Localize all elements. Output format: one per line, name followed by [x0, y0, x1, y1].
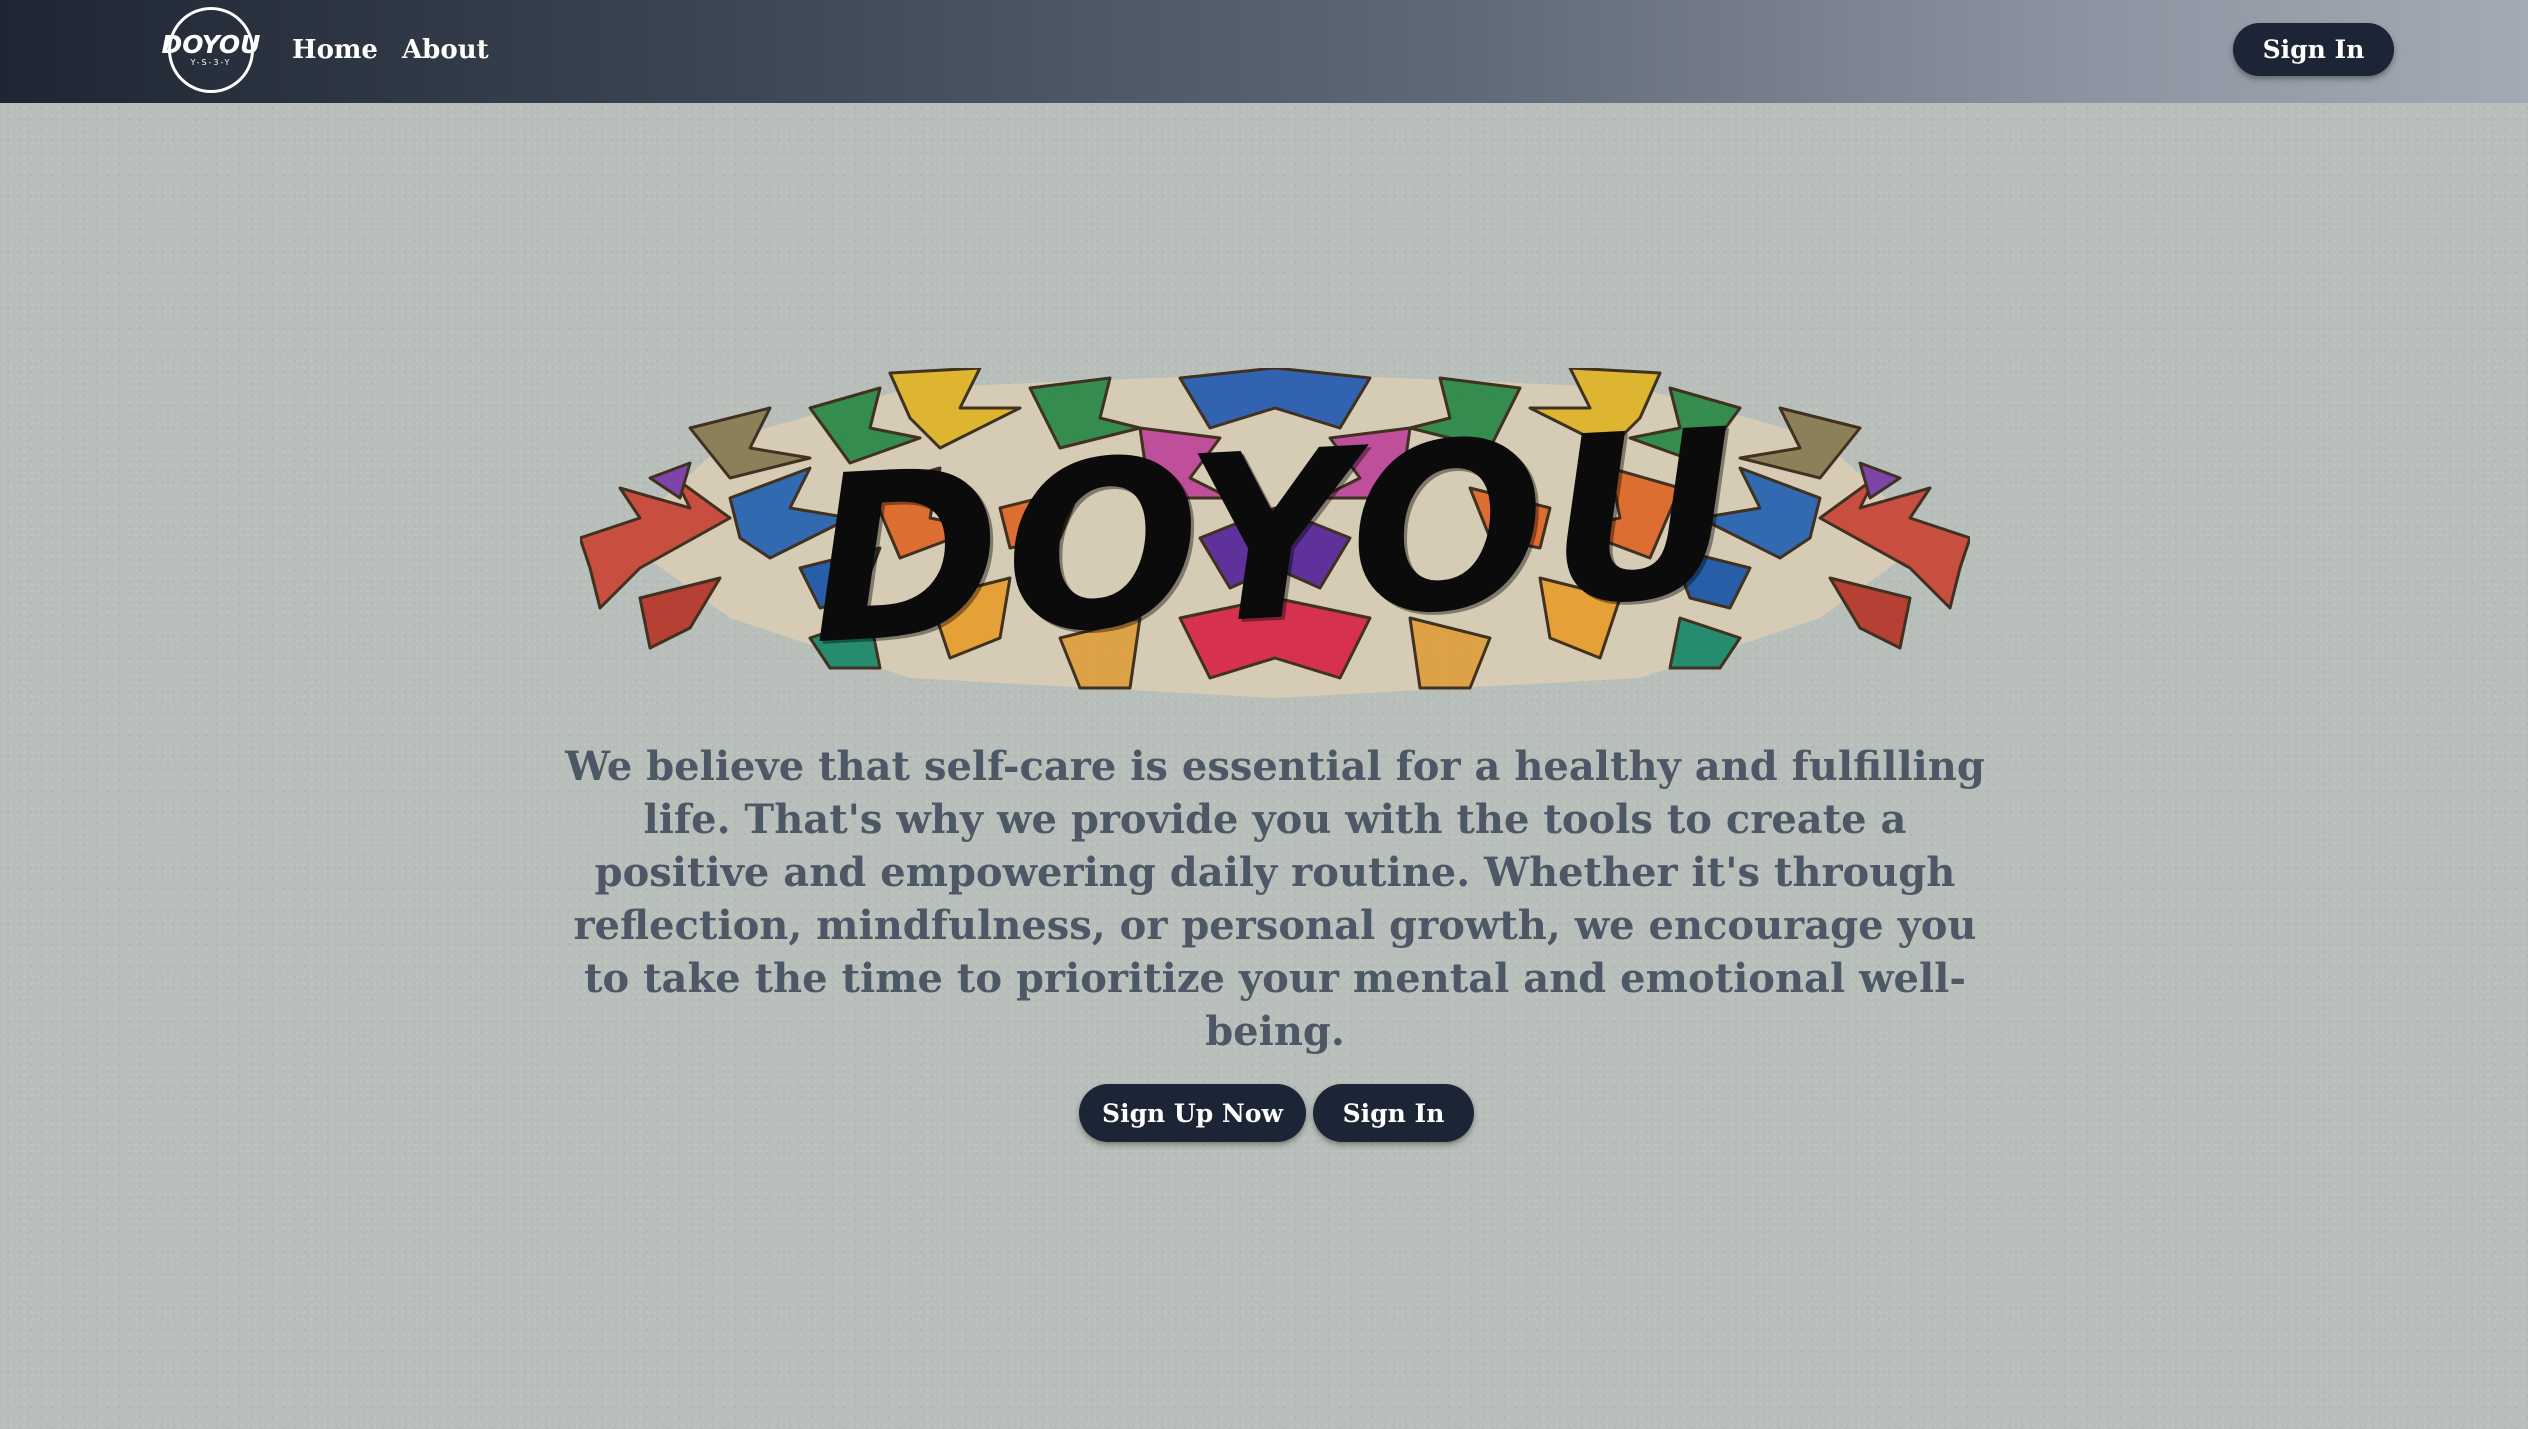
hero-brand-wordmark: DOYOU: [803, 380, 1747, 696]
nav-home-link[interactable]: Home: [292, 30, 378, 70]
brand-logo[interactable]: DOYOU Y-S-3-Y: [162, 7, 260, 93]
nav-signin-button[interactable]: Sign In: [2233, 23, 2394, 76]
hero-signin-button[interactable]: Sign In: [1313, 1084, 1474, 1142]
top-navbar: DOYOU Y-S-3-Y Home About Sign In: [0, 0, 2528, 103]
brand-logo-text: DOYOU: [161, 30, 261, 59]
brand-logo-subtext: Y-S-3-Y: [190, 58, 232, 67]
hero-tagline: We believe that self-care is essential f…: [565, 743, 1985, 1055]
signup-now-button[interactable]: Sign Up Now: [1079, 1084, 1306, 1142]
nav-about-link[interactable]: About: [402, 30, 489, 70]
